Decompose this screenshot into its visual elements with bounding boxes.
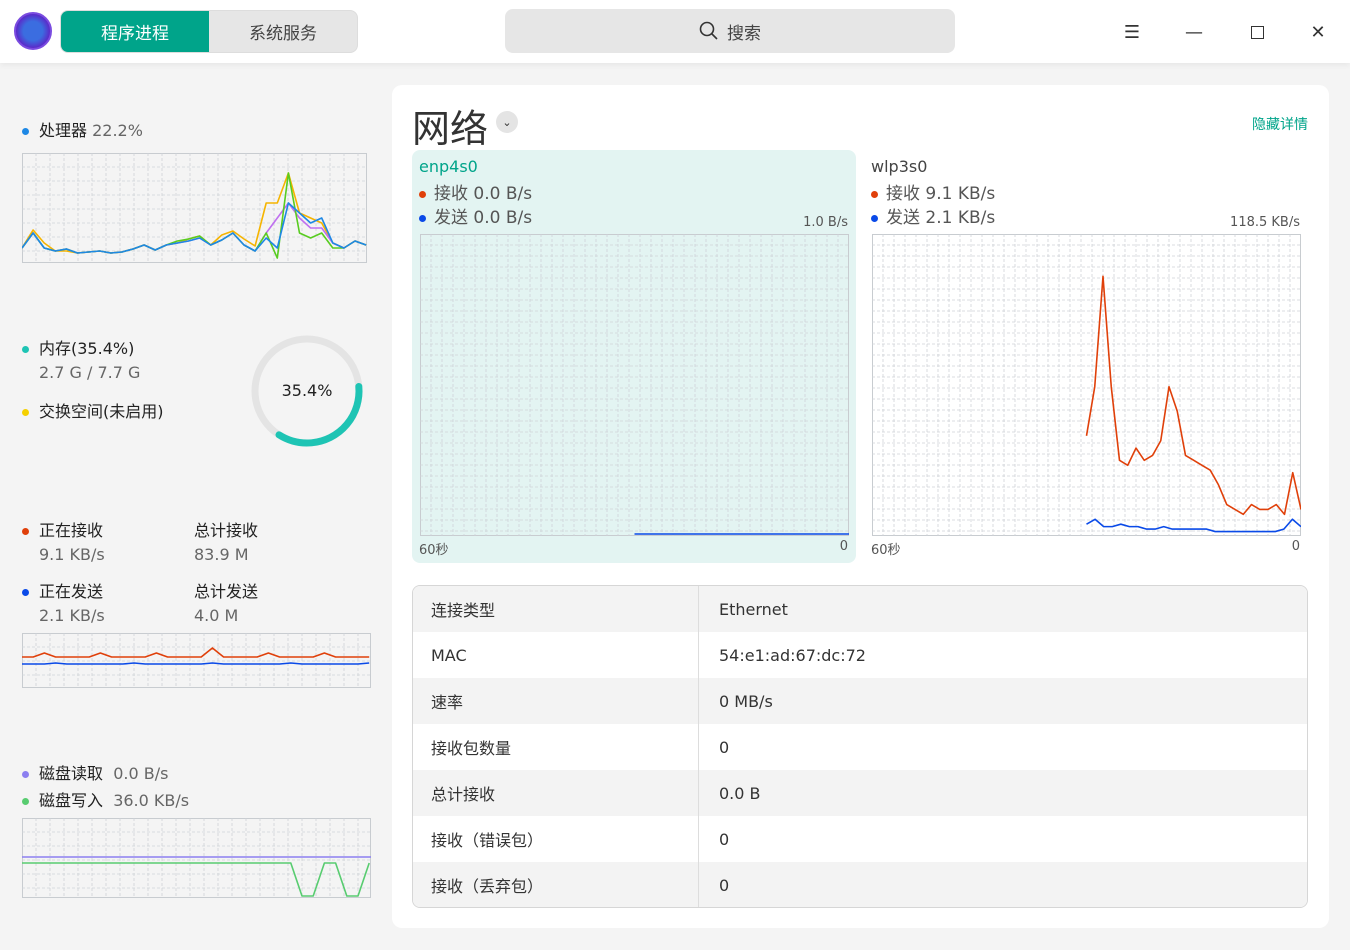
memory-percent: 35.4% xyxy=(282,381,333,400)
details-row: 接收包数量 0 xyxy=(413,724,1307,770)
recv-label: 正在接收 xyxy=(39,521,104,540)
maximize-button[interactable] xyxy=(1243,18,1271,46)
details-value: 0.0 B xyxy=(719,783,761,803)
cpu-value: 22.2% xyxy=(92,121,143,140)
details-value: 0 xyxy=(719,737,730,757)
recv-mini-line xyxy=(22,647,370,658)
memory-usage: 2.7 G / 7.7 G xyxy=(39,363,141,382)
disk-summary[interactable]: 磁盘读取 0.0 B/s 磁盘写入 36.0 KB/s xyxy=(22,760,189,811)
chart-max-label: 118.5 KB/s xyxy=(1230,215,1300,230)
memory-summary[interactable]: 内存(35.4%) 2.7 G / 7.7 G 交换空间(未启用) xyxy=(22,335,164,422)
details-table: 连接类型 Ethernet MAC 54:e1:ad:67:dc:72 速率 0 MB/s… xyxy=(412,585,1308,908)
view-tabs: 程序进程 系统服务 xyxy=(60,10,358,53)
recv-value: 9.1 KB/s xyxy=(39,545,105,564)
send-dot-icon xyxy=(22,589,29,596)
disk-write-label: 磁盘写入 xyxy=(39,791,104,810)
tab-services[interactable]: 系统服务 xyxy=(209,11,357,52)
details-key: 接收（错误包） xyxy=(413,816,699,862)
chart-x-left: 60秒 xyxy=(871,543,901,558)
details-row: 接收（丢弃包） 0 xyxy=(413,862,1307,907)
close-button[interactable]: ✕ xyxy=(1304,18,1332,46)
chart-max-label: 1.0 B/s xyxy=(803,215,848,230)
panel-title: 网络 xyxy=(412,107,489,151)
interface-name: enp4s0 xyxy=(419,157,478,176)
recv-dot-icon xyxy=(871,190,878,198)
send-mini-line xyxy=(22,662,370,665)
title-bar: 程序进程 系统服务 搜索 ☰ — ✕ xyxy=(0,0,1350,63)
chevron-down-icon[interactable]: ⌄ xyxy=(496,111,518,133)
memory-label: 内存(35.4%) xyxy=(39,339,135,358)
details-key: 总计接收 xyxy=(413,770,699,816)
network-summary[interactable]: 正在接收 9.1 KB/s 总计接收 83.9 M 正在发送 2.1 KB/s 总计发… xyxy=(22,517,382,625)
details-row: 接收（错误包） 0 xyxy=(413,816,1307,862)
cpu-chart xyxy=(22,153,367,263)
disk-write-line xyxy=(22,862,370,897)
swap-dot-icon xyxy=(22,409,29,416)
details-value: Ethernet xyxy=(719,599,788,619)
chart-x-left: 60秒 xyxy=(419,543,449,558)
details-row: MAC 54:e1:ad:67:dc:72 xyxy=(413,632,1307,678)
interface-chart xyxy=(872,234,1301,536)
details-value: 0 MB/s xyxy=(719,691,773,711)
cpu-summary[interactable]: 处理器 22.2% xyxy=(22,117,143,141)
network-mini-chart xyxy=(22,633,371,688)
details-value: 0 xyxy=(719,875,730,895)
cpu-label: 处理器 xyxy=(39,121,88,140)
memory-dot-icon xyxy=(22,346,29,353)
minimize-button[interactable]: — xyxy=(1180,18,1208,46)
disk-read-value: 0.0 B/s xyxy=(113,764,169,783)
details-key: 接收（丢弃包） xyxy=(413,862,699,907)
send-value: 2.1 KB/s xyxy=(39,606,105,625)
disk-chart xyxy=(22,818,371,898)
disk-write-dot-icon xyxy=(22,798,29,805)
send-label: 正在发送 xyxy=(39,582,104,601)
details-row: 速率 0 MB/s xyxy=(413,678,1307,724)
details-key: 速率 xyxy=(413,678,699,724)
interface-recv: 接收 9.1 KB/s xyxy=(886,184,996,204)
menu-button[interactable]: ☰ xyxy=(1118,18,1146,46)
interface-chart xyxy=(420,234,849,536)
search-icon xyxy=(699,21,718,40)
details-value: 54:e1:ad:67:dc:72 xyxy=(719,645,866,665)
total-send-label: 总计发送 xyxy=(194,582,259,601)
details-key: 连接类型 xyxy=(413,586,699,632)
search-placeholder: 搜索 xyxy=(727,23,761,44)
details-row: 总计接收 0.0 B xyxy=(413,770,1307,816)
app-logo-icon xyxy=(14,12,52,50)
total-recv-value: 83.9 M xyxy=(194,545,249,564)
tab-processes[interactable]: 程序进程 xyxy=(61,11,209,52)
details-key: MAC xyxy=(413,632,699,678)
recv-dot-icon xyxy=(22,528,29,535)
chart-x-right: 0 xyxy=(1291,539,1300,554)
interface-recv: 接收 0.0 B/s xyxy=(434,184,533,204)
details-row: 连接类型 Ethernet xyxy=(413,586,1307,632)
send-line xyxy=(1086,518,1301,533)
disk-read-label: 磁盘读取 xyxy=(39,764,104,783)
cpu-dot-icon xyxy=(22,128,29,135)
search-input[interactable]: 搜索 xyxy=(505,9,955,53)
cpu-core-line xyxy=(22,202,367,254)
memory-ring: 35.4% xyxy=(251,335,363,447)
recv-dot-icon xyxy=(419,190,426,198)
cpu-core-line xyxy=(22,172,367,259)
details-value: 0 xyxy=(719,829,730,849)
details-key: 接收包数量 xyxy=(413,724,699,770)
total-send-value: 4.0 M xyxy=(194,606,239,625)
total-recv-label: 总计接收 xyxy=(194,521,259,540)
recv-line xyxy=(1085,275,1301,516)
swap-label: 交换空间(未启用) xyxy=(39,402,164,421)
hide-details-link[interactable]: 隐藏详情 xyxy=(1252,114,1308,134)
cpu-core-line xyxy=(22,172,367,254)
disk-write-value: 36.0 KB/s xyxy=(113,791,190,810)
interface-name: wlp3s0 xyxy=(871,157,928,176)
chart-x-right: 0 xyxy=(839,539,848,554)
disk-read-dot-icon xyxy=(22,771,29,778)
